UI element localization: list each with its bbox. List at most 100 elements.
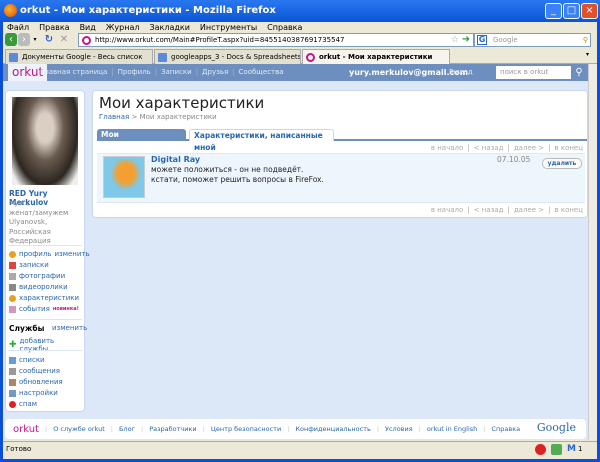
sidebar-item-settings[interactable]: настройки xyxy=(9,389,58,397)
nav-profile[interactable]: Профиль xyxy=(118,64,151,81)
search-input[interactable]: G Google ⚲ xyxy=(474,33,591,47)
orkut-header: orkut Главная страница | Профиль | Записки… xyxy=(3,64,588,81)
link-label: события xyxy=(19,305,50,313)
testimonial-date: 07.10.05 xyxy=(497,155,531,164)
sidebar-item-spam[interactable]: спам xyxy=(9,400,37,408)
status-bar: Готово M 1 xyxy=(3,441,597,457)
pager-next[interactable]: далее > xyxy=(514,206,544,214)
videos-icon xyxy=(9,283,16,291)
firefox-icon xyxy=(4,4,17,17)
pager-next[interactable]: далее > xyxy=(514,144,544,152)
footer: orkut | О службе orkut | Блог | Разработчик… xyxy=(5,419,586,439)
link-label: фотографии xyxy=(19,272,66,280)
google-logo: Google xyxy=(536,421,576,434)
tab-label: Документы Google - Весь список xyxy=(22,53,143,61)
footer-help[interactable]: Справка xyxy=(491,425,520,433)
edit-profile-link[interactable]: изменить xyxy=(54,250,89,258)
breadcrumb-sep: > xyxy=(131,113,138,121)
minimize-button[interactable]: _ xyxy=(545,3,562,19)
logout-link[interactable]: Выход xyxy=(449,64,473,81)
pager-last[interactable]: в конец xyxy=(554,144,583,152)
breadcrumb-home[interactable]: Главная xyxy=(99,113,129,121)
sidebar-item-videos[interactable]: видеоролики xyxy=(9,283,68,291)
footer-safety[interactable]: Центр безопасности xyxy=(211,425,281,433)
reload-icon[interactable]: ↻ xyxy=(43,33,55,46)
go-icon[interactable]: ➜ xyxy=(461,33,471,46)
link-label: характеристики xyxy=(19,294,80,302)
forward-button[interactable]: › xyxy=(18,33,30,46)
sidebar-item-profile[interactable]: профиль изменить xyxy=(9,250,90,258)
link-label: видеоролики xyxy=(19,283,68,291)
search-icon[interactable]: ⚲ xyxy=(572,66,586,79)
footer-about[interactable]: О службе orkut xyxy=(53,425,105,433)
nav-toolbar: ‹ › ▾ ↻ ✕ http://www.orkut.com/Main#Prof… xyxy=(3,32,597,48)
footer-developers[interactable]: Разработчики xyxy=(149,425,196,433)
author-name[interactable]: Digital Ray xyxy=(151,155,200,164)
footer-privacy[interactable]: Конфиденциальность xyxy=(295,425,370,433)
sidebar-item-testimonials[interactable]: характеристики xyxy=(9,294,79,302)
google-search-icon[interactable]: G xyxy=(477,35,487,45)
testimonial-entry: Digital Ray можете положиться - он не по… xyxy=(97,153,585,203)
info-line: Ulyanovsk, xyxy=(9,218,48,226)
orkut-icon xyxy=(306,53,315,62)
pager-prev[interactable]: < назад xyxy=(474,206,504,214)
tab-list-button[interactable]: ▾ xyxy=(586,51,589,58)
tab-orkut[interactable]: orkut - Мои характеристики xyxy=(302,49,450,64)
page-title: Мои характеристики xyxy=(99,94,265,112)
sidebar-item-photos[interactable]: фотографии xyxy=(9,272,65,280)
footer-english[interactable]: orkut in English xyxy=(427,425,477,433)
link-label: записки xyxy=(19,261,49,269)
back-button[interactable]: ‹ xyxy=(5,33,17,46)
sidebar-item-scraps[interactable]: записки xyxy=(9,261,49,269)
tab-my-testimonials[interactable]: Мои характеристики xyxy=(97,129,186,151)
delete-button[interactable]: удалить xyxy=(542,158,582,169)
pager-first[interactable]: в начало xyxy=(431,144,463,152)
updates-icon xyxy=(9,378,16,386)
tab-written-testimonials[interactable]: Характеристики, написанные мной xyxy=(189,129,334,152)
sidebar-item-events[interactable]: события новинка! xyxy=(9,305,79,313)
sidebar-item-lists[interactable]: списки xyxy=(9,356,45,364)
pager-prev[interactable]: < назад xyxy=(474,144,504,152)
text-line: можете положиться - он не подведёт. xyxy=(151,165,304,174)
footer-terms[interactable]: Условия xyxy=(385,425,413,433)
pager-last[interactable]: в конец xyxy=(554,206,583,214)
services-edit-link[interactable]: изменить xyxy=(52,324,87,332)
search-placeholder: Google xyxy=(493,36,518,44)
nav-communities[interactable]: Сообщества xyxy=(239,64,284,81)
checkmark-icon[interactable] xyxy=(551,444,562,455)
orkut-search-input[interactable]: поиск в orkut xyxy=(496,66,571,79)
author-avatar[interactable] xyxy=(103,156,145,198)
vertical-scrollbar[interactable] xyxy=(588,64,597,440)
tab-googleapps[interactable]: googleapps_3 - Docs & Spreadsheets xyxy=(154,49,301,64)
pager-first[interactable]: в начало xyxy=(431,206,463,214)
bookmark-star-icon[interactable]: ☆ xyxy=(451,34,459,46)
page-content: orkut Главная страница | Профиль | Записки… xyxy=(3,64,588,440)
stop-icon[interactable]: ✕ xyxy=(58,33,70,46)
testimonial-tabs: Мои характеристики Характеристики, напис… xyxy=(97,129,587,152)
sidebar-item-updates[interactable]: обновления xyxy=(9,378,63,386)
footer-blog[interactable]: Блог xyxy=(119,425,135,433)
history-dropdown[interactable]: ▾ xyxy=(31,33,39,46)
nav-home[interactable]: Главная страница xyxy=(40,64,107,81)
tab-google-docs[interactable]: Документы Google - Весь список xyxy=(5,49,153,64)
info-line: женат/замужем xyxy=(9,208,69,217)
footer-logo[interactable]: orkut xyxy=(13,424,39,435)
url-bar[interactable]: http://www.orkut.com/Main#ProfileT.aspx?… xyxy=(78,33,474,47)
profile-photo[interactable] xyxy=(12,97,78,185)
sidebar-item-messages[interactable]: сообщения xyxy=(9,367,60,375)
maximize-button[interactable]: □ xyxy=(563,3,580,19)
gmail-icon[interactable]: M xyxy=(567,442,576,457)
nav-friends[interactable]: Друзья xyxy=(202,64,228,81)
link-label: списки xyxy=(19,356,45,364)
link-label: спам xyxy=(19,400,37,408)
tab-label: googleapps_3 - Docs & Spreadsheets xyxy=(171,53,301,61)
adblock-icon[interactable] xyxy=(535,444,546,455)
testimonials-icon xyxy=(9,294,16,302)
breadcrumb-current: Мои характеристики xyxy=(139,113,217,121)
magnifier-icon[interactable]: ⚲ xyxy=(583,34,588,46)
pager-top: в начало | < назад | далее > | в конец xyxy=(430,144,583,152)
nav-scraps[interactable]: Записки xyxy=(161,64,192,81)
tab-label: orkut - Мои характеристики xyxy=(319,53,433,61)
link-label: сообщения xyxy=(19,367,60,375)
close-button[interactable]: × xyxy=(581,3,598,19)
